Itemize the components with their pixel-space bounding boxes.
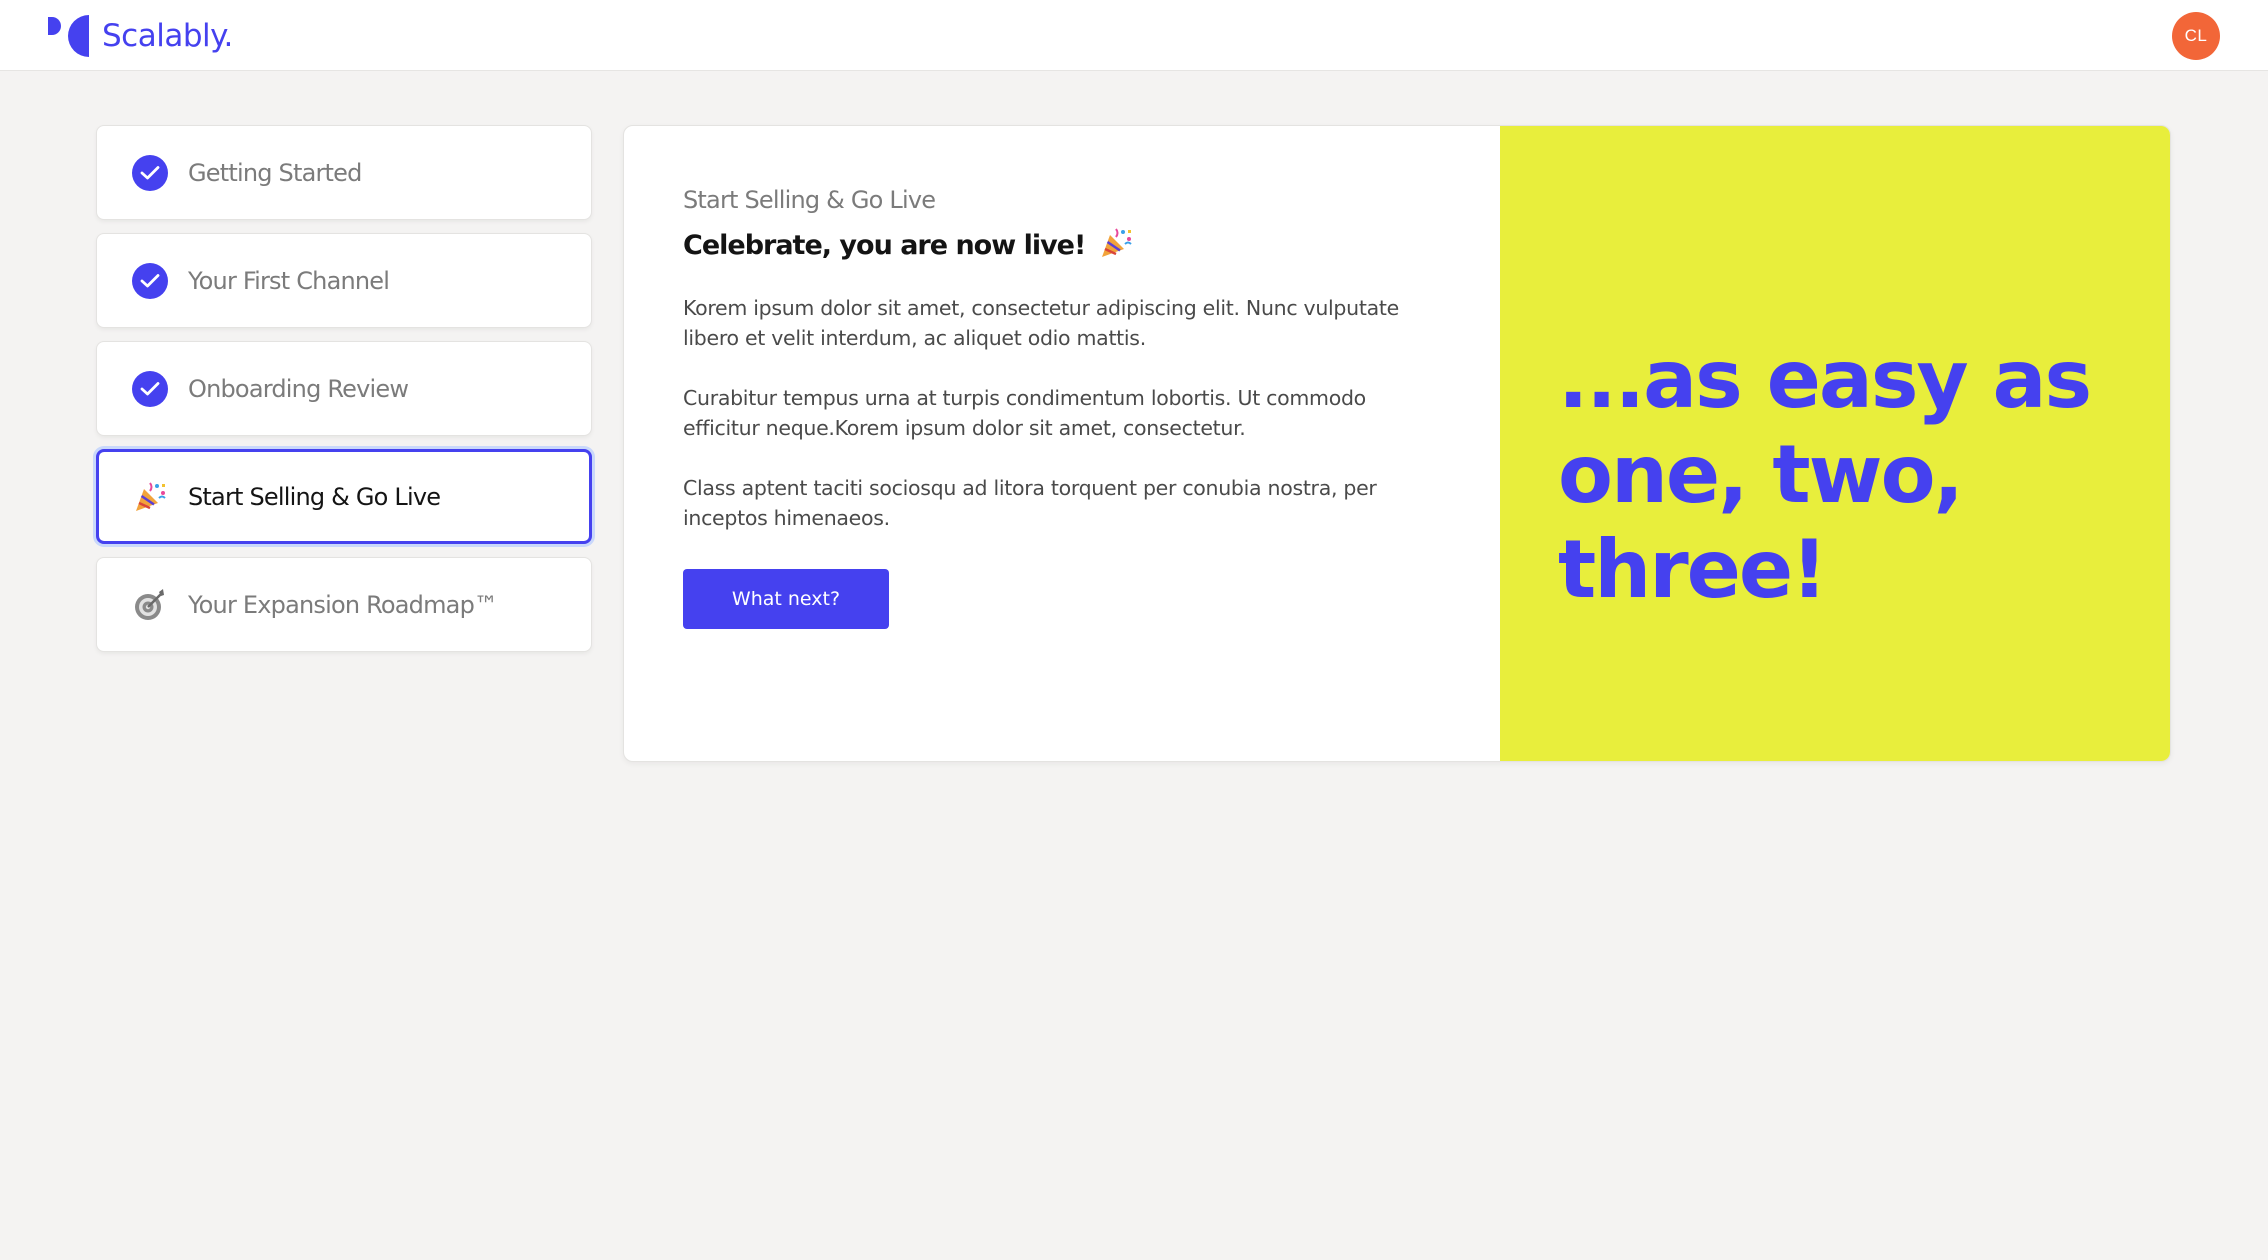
step-label: Getting Started	[188, 158, 362, 187]
brand-logo[interactable]: Scalably.	[46, 14, 233, 58]
promo-panel: ...as easy as one, two, three!	[1500, 126, 2170, 761]
check-circle-icon	[132, 370, 168, 407]
step-your-expansion-roadmap[interactable]: Your Expansion Roadmap™	[96, 557, 592, 652]
onboarding-steps: Getting Started Your First Channel Onboa…	[96, 125, 592, 665]
top-bar: Scalably. CL	[0, 0, 2268, 71]
check-circle-icon	[132, 262, 168, 299]
step-label: Start Selling & Go Live	[188, 482, 441, 511]
headline-row: Celebrate, you are now live!	[683, 226, 1443, 265]
body-paragraph: Korem ipsum dolor sit amet, consectetur …	[683, 296, 1399, 350]
body-paragraph: Class aptent taciti sociosqu ad litora t…	[683, 476, 1377, 530]
party-popper-icon	[132, 479, 168, 515]
step-your-first-channel[interactable]: Your First Channel	[96, 233, 592, 328]
check-circle-icon	[132, 154, 168, 191]
party-popper-icon	[1099, 226, 1133, 265]
step-label: Your Expansion Roadmap™	[188, 590, 498, 619]
step-onboarding-review[interactable]: Onboarding Review	[96, 341, 592, 436]
step-start-selling-go-live[interactable]: Start Selling & Go Live	[96, 449, 592, 544]
user-avatar[interactable]: CL	[2172, 12, 2220, 60]
scalably-logo-icon	[48, 15, 89, 57]
what-next-button[interactable]: What next?	[683, 569, 889, 629]
step-content-card: Start Selling & Go Live Celebrate, you a…	[623, 125, 2171, 762]
promo-tagline: ...as easy as one, two, three!	[1558, 333, 2092, 616]
step-label: Your First Channel	[188, 266, 390, 295]
target-icon	[132, 587, 168, 623]
body-paragraph: Curabitur tempus urna at turpis condimen…	[683, 386, 1366, 440]
step-getting-started[interactable]: Getting Started	[96, 125, 592, 220]
step-label: Onboarding Review	[188, 374, 409, 403]
step-title: Celebrate, you are now live!	[683, 230, 1086, 261]
brand-name: Scalably.	[102, 18, 233, 54]
step-content: Start Selling & Go Live Celebrate, you a…	[683, 186, 1443, 629]
step-eyebrow: Start Selling & Go Live	[683, 186, 936, 214]
